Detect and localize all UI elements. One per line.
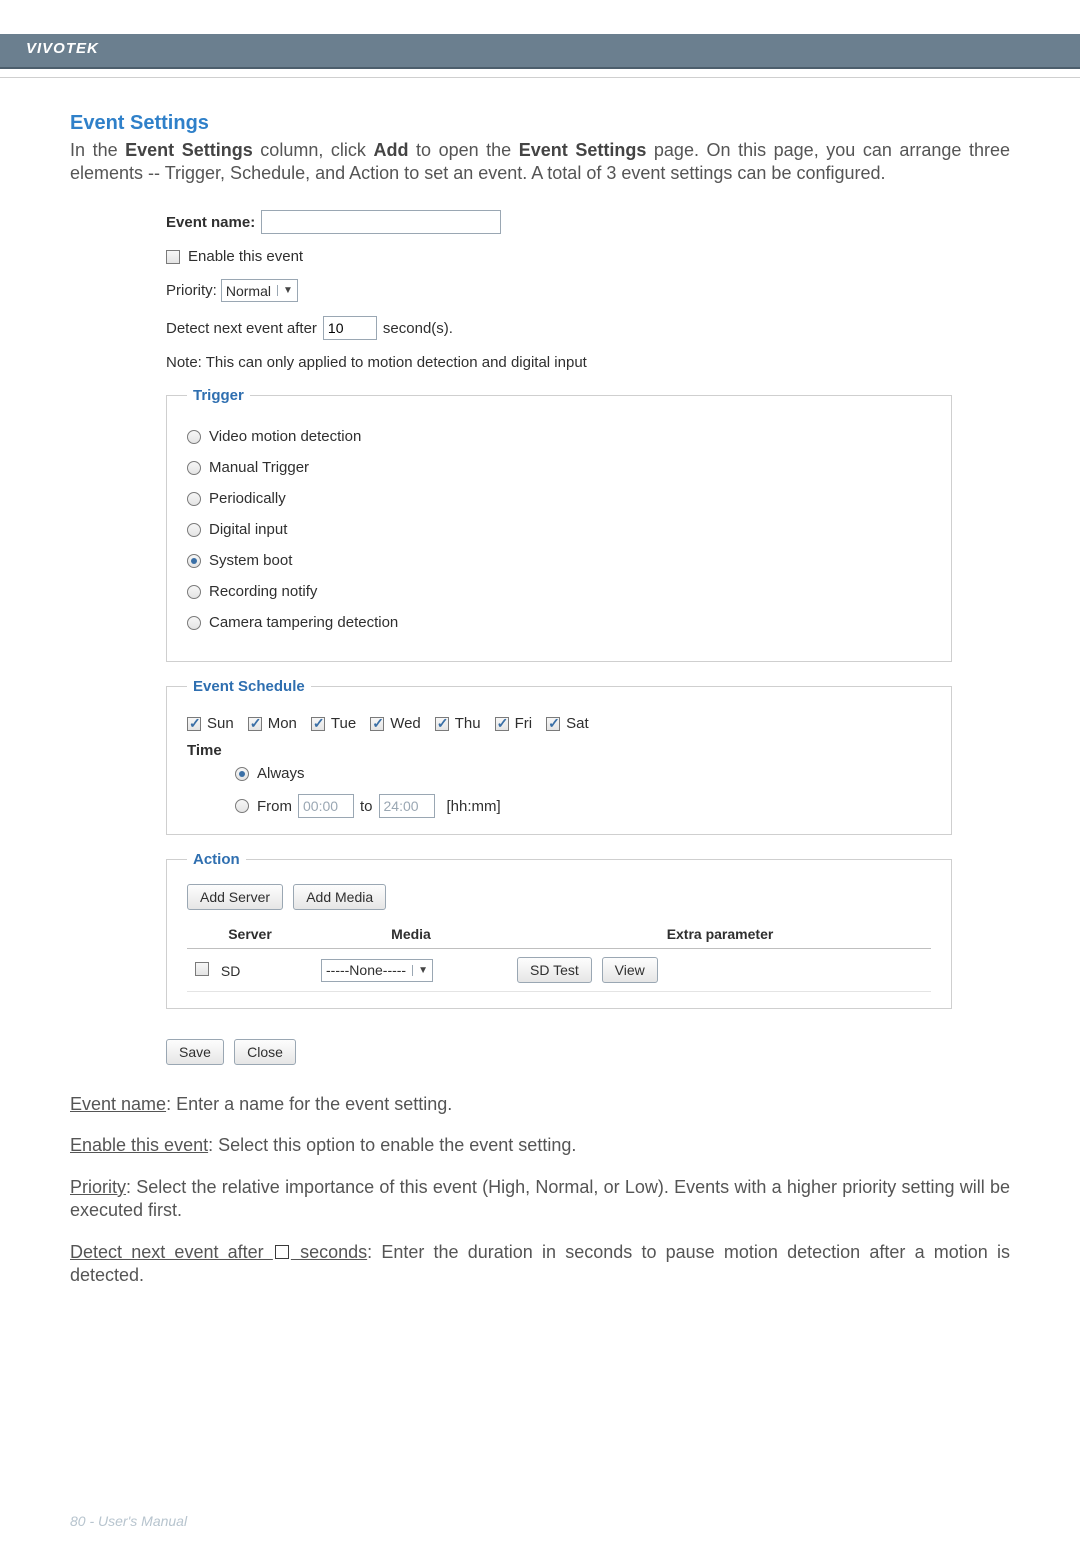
trigger-option-label: Periodically [209, 490, 286, 507]
trigger-radio-manual[interactable] [187, 461, 201, 475]
day-sat-checkbox[interactable] [546, 717, 560, 731]
brand-label: VIVOTEK [26, 40, 99, 57]
header-divider [0, 69, 1080, 78]
media-select[interactable]: -----None----- ▼ [321, 959, 433, 982]
section-title: Event Settings [70, 112, 1010, 135]
intro-text: column, click [253, 140, 374, 160]
action-table: Server Media Extra parameter SD [187, 920, 931, 992]
trigger-legend: Trigger [187, 387, 250, 404]
sd-test-button[interactable]: SD Test [517, 957, 592, 983]
intro-text: In the [70, 140, 125, 160]
intro-text: to open the [408, 140, 518, 160]
days-row: Sun Mon Tue Wed Thu Fri Sat [187, 715, 931, 732]
event-settings-form: Event name: Enable this event Priority: … [166, 210, 952, 1065]
event-name-label: Event name: [166, 214, 255, 231]
view-button[interactable]: View [602, 957, 658, 983]
add-media-button[interactable]: Add Media [293, 884, 386, 910]
chevron-down-icon: ▼ [277, 285, 293, 296]
action-legend: Action [187, 851, 246, 868]
detect-pre-label: Detect next event after [166, 320, 317, 337]
trigger-radio-motion[interactable] [187, 430, 201, 444]
trigger-option-label: Digital input [209, 521, 287, 538]
trigger-radio-digital-input[interactable] [187, 523, 201, 537]
day-label: Mon [268, 715, 297, 732]
glossary-desc: : Enter a name for the event setting. [166, 1094, 452, 1114]
glossary-desc: : Select this option to enable the event… [208, 1135, 576, 1155]
priority-label: Priority: [166, 282, 217, 299]
day-label: Sun [207, 715, 234, 732]
close-button[interactable]: Close [234, 1039, 296, 1065]
schedule-legend: Event Schedule [187, 678, 311, 695]
intro-bold: Event Settings [125, 140, 253, 160]
trigger-option-label: Manual Trigger [209, 459, 309, 476]
detect-seconds-input[interactable] [323, 316, 377, 340]
time-from-label: From [257, 798, 292, 815]
trigger-radio-recording-notify[interactable] [187, 585, 201, 599]
trigger-fieldset: Trigger Video motion detection Manual Tr… [166, 387, 952, 662]
time-from-input[interactable] [298, 794, 354, 818]
add-server-button[interactable]: Add Server [187, 884, 283, 910]
trigger-option-label: Camera tampering detection [209, 614, 398, 631]
time-always-label: Always [257, 765, 305, 782]
schedule-fieldset: Event Schedule Sun Mon Tue Wed Thu Fri S… [166, 678, 952, 835]
th-media: Media [313, 920, 509, 949]
time-label: Time [187, 742, 931, 759]
intro-bold: Event Settings [519, 140, 647, 160]
intro-bold: Add [373, 140, 408, 160]
glossary: Event name: Enter a name for the event s… [70, 1093, 1010, 1287]
trigger-option-label: Recording notify [209, 583, 317, 600]
time-range-radio[interactable] [235, 799, 249, 813]
day-label: Sat [566, 715, 589, 732]
server-sd-label: SD [221, 963, 240, 979]
intro-paragraph: In the Event Settings column, click Add … [70, 139, 1010, 184]
glossary-term: Event name [70, 1094, 166, 1114]
th-server: Server [187, 920, 313, 949]
trigger-option-label: System boot [209, 552, 292, 569]
day-label: Wed [390, 715, 421, 732]
time-always-radio[interactable] [235, 767, 249, 781]
table-row: SD -----None----- ▼ SD Test View [187, 949, 931, 992]
detect-post-label: second(s). [383, 320, 453, 337]
save-button[interactable]: Save [166, 1039, 224, 1065]
day-label: Fri [515, 715, 533, 732]
blank-box-icon [275, 1245, 289, 1259]
time-to-label: to [360, 798, 373, 815]
time-format-hint: [hh:mm] [447, 798, 501, 815]
enable-event-checkbox[interactable] [166, 250, 180, 264]
action-fieldset: Action Add Server Add Media Server Media… [166, 851, 952, 1009]
day-label: Tue [331, 715, 356, 732]
th-extra: Extra parameter [509, 920, 931, 949]
glossary-term: Detect next event after seconds [70, 1242, 367, 1262]
sd-checkbox[interactable] [195, 962, 209, 976]
trigger-radio-periodically[interactable] [187, 492, 201, 506]
day-mon-checkbox[interactable] [248, 717, 262, 731]
trigger-option-label: Video motion detection [209, 428, 361, 445]
day-wed-checkbox[interactable] [370, 717, 384, 731]
priority-value: Normal [226, 283, 271, 299]
day-fri-checkbox[interactable] [495, 717, 509, 731]
media-value: -----None----- [326, 962, 406, 978]
trigger-radio-tampering[interactable] [187, 616, 201, 630]
event-name-input[interactable] [261, 210, 501, 234]
glossary-term: Enable this event [70, 1135, 208, 1155]
day-tue-checkbox[interactable] [311, 717, 325, 731]
enable-event-label: Enable this event [188, 248, 303, 265]
page-header: VIVOTEK [0, 34, 1080, 69]
trigger-radio-system-boot[interactable] [187, 554, 201, 568]
chevron-down-icon: ▼ [412, 965, 428, 976]
day-sun-checkbox[interactable] [187, 717, 201, 731]
glossary-desc: : Select the relative importance of this… [70, 1177, 1010, 1220]
day-thu-checkbox[interactable] [435, 717, 449, 731]
note-label: Note: This can only applied to motion de… [166, 354, 952, 371]
glossary-term: Priority [70, 1177, 126, 1197]
day-label: Thu [455, 715, 481, 732]
priority-select[interactable]: Normal ▼ [221, 279, 298, 302]
time-to-input[interactable] [379, 794, 435, 818]
